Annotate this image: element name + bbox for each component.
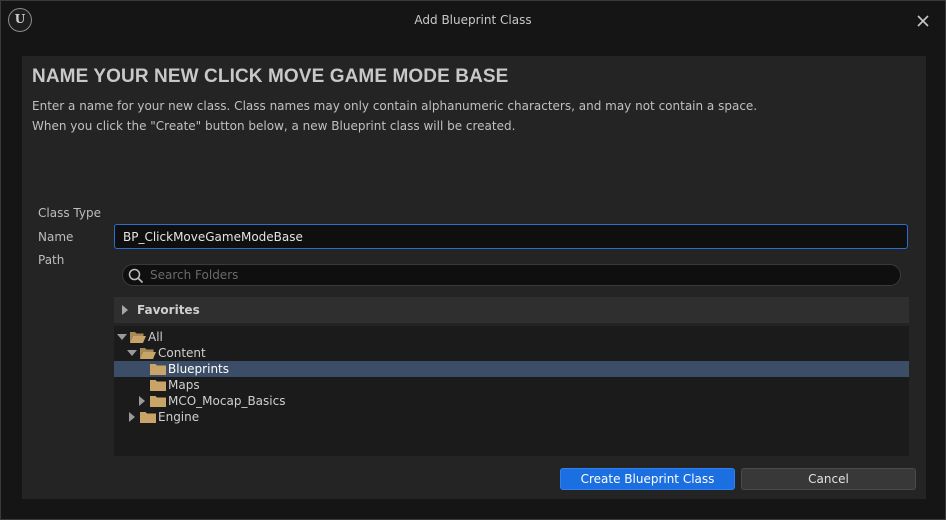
name-input[interactable]: BP_ClickMoveGameModeBase xyxy=(114,224,908,249)
add-blueprint-class-dialog: U Add Blueprint Class NAME YOUR NEW CLIC… xyxy=(0,0,946,520)
favorites-label: Favorites xyxy=(137,303,200,317)
tree-item-label: Maps xyxy=(168,378,200,392)
path-label: Path xyxy=(38,253,65,267)
tree-item-label: MCO_Mocap_Basics xyxy=(168,394,286,408)
folder-icon xyxy=(150,396,166,407)
tree-item-maps[interactable]: Maps xyxy=(114,377,909,393)
page-title: NAME YOUR NEW CLICK MOVE GAME MODE BASE xyxy=(32,66,509,87)
window-title: Add Blueprint Class xyxy=(414,13,532,27)
favorites-section-header[interactable]: Favorites xyxy=(114,297,909,323)
folder-tree: All Content Blueprints Maps MCO_Mocap_Ba… xyxy=(114,326,909,456)
folder-icon xyxy=(140,412,156,423)
folder-icon xyxy=(150,364,166,375)
name-input-value: BP_ClickMoveGameModeBase xyxy=(123,230,303,244)
tree-item-blueprints[interactable]: Blueprints xyxy=(114,361,909,377)
tree-item-content[interactable]: Content xyxy=(114,345,909,361)
tree-item-mco-mocap-basics[interactable]: MCO_Mocap_Basics xyxy=(114,393,909,409)
collapsed-arrow-icon[interactable] xyxy=(139,396,145,406)
expanded-arrow-icon[interactable] xyxy=(117,334,127,340)
title-bar[interactable]: U Add Blueprint Class xyxy=(1,1,945,41)
description-line-2: When you click the "Create" button below… xyxy=(32,119,516,133)
expanded-arrow-icon[interactable] xyxy=(127,350,137,356)
tree-item-label: Blueprints xyxy=(168,362,230,376)
content-panel: NAME YOUR NEW CLICK MOVE GAME MODE BASE … xyxy=(22,56,926,499)
search-folders-input[interactable]: Search Folders xyxy=(122,264,901,286)
open-folder-icon xyxy=(130,332,146,343)
folder-icon xyxy=(150,380,166,391)
class-type-label: Class Type xyxy=(38,206,101,220)
tree-item-engine[interactable]: Engine xyxy=(114,409,909,425)
collapsed-arrow-icon[interactable] xyxy=(129,412,135,422)
tree-item-label: All xyxy=(148,330,163,344)
tree-item-label: Content xyxy=(158,346,206,360)
description-line-1: Enter a name for your new class. Class n… xyxy=(32,99,758,113)
open-folder-icon xyxy=(140,348,156,359)
tree-item-all[interactable]: All xyxy=(114,329,909,345)
search-icon xyxy=(128,268,144,284)
tree-item-label: Engine xyxy=(158,410,200,424)
create-blueprint-class-button[interactable]: Create Blueprint Class xyxy=(560,468,735,490)
close-icon xyxy=(917,15,929,27)
name-label: Name xyxy=(38,230,74,244)
close-button[interactable] xyxy=(913,11,933,31)
chevron-right-icon xyxy=(122,305,128,315)
search-placeholder: Search Folders xyxy=(150,268,239,282)
cancel-button[interactable]: Cancel xyxy=(741,468,916,490)
